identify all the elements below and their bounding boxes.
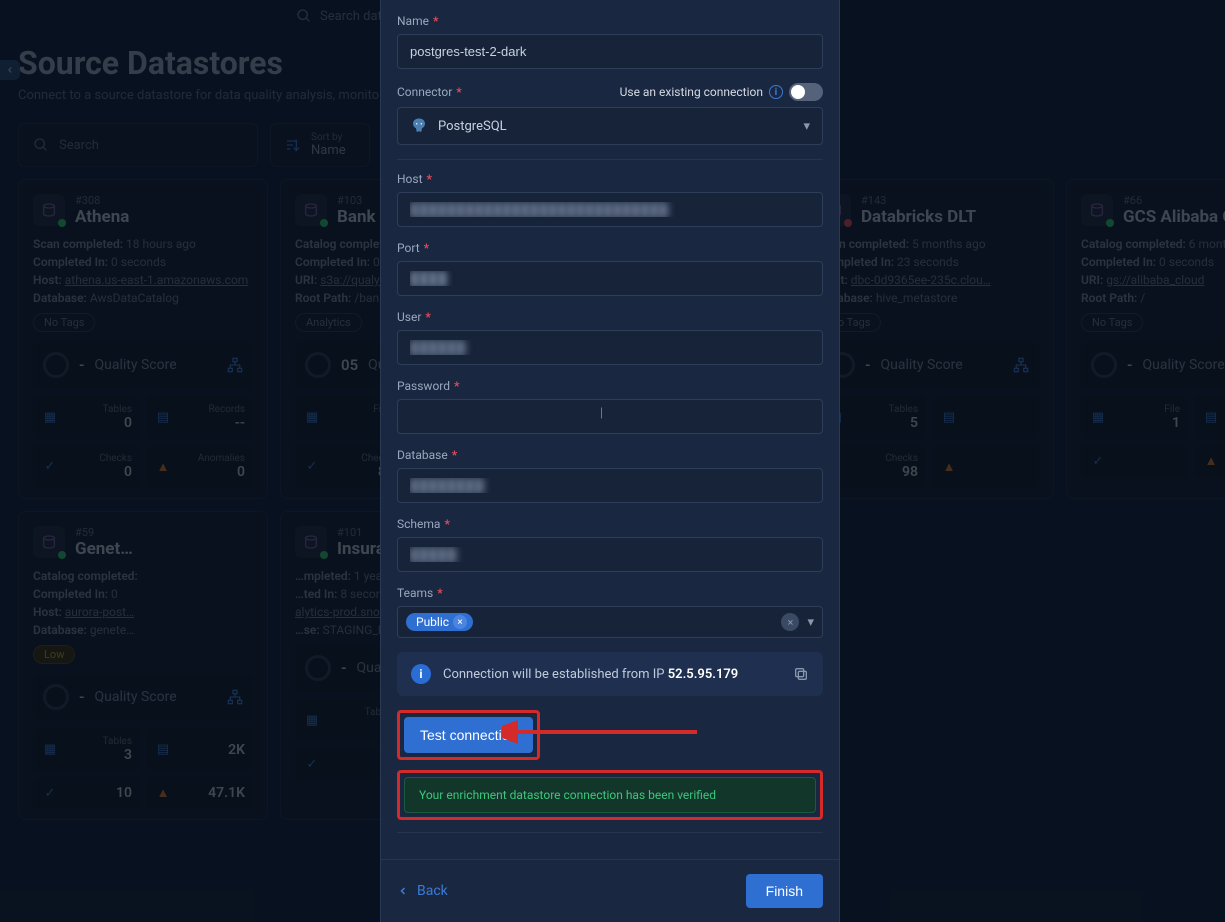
name-input[interactable]: [397, 34, 823, 69]
schema-input[interactable]: [397, 537, 823, 572]
add-datastore-modal: Name* Connector* Use an existing connect…: [380, 0, 840, 922]
connector-select[interactable]: PostgreSQL ▾: [397, 107, 823, 145]
ip-banner: i Connection will be established from IP…: [397, 652, 823, 696]
team-chip-public[interactable]: Public ×: [406, 613, 473, 631]
user-input[interactable]: [397, 330, 823, 365]
clear-teams-icon[interactable]: ×: [781, 613, 799, 631]
existing-connection-toggle[interactable]: [789, 83, 823, 101]
remove-chip-icon[interactable]: ×: [453, 615, 467, 629]
password-label: Password: [397, 379, 450, 393]
teams-select[interactable]: Public × × ▾: [397, 606, 823, 638]
chevron-down-icon: ▾: [803, 119, 810, 134]
finish-button[interactable]: Finish: [746, 874, 823, 908]
host-input[interactable]: [397, 192, 823, 227]
info-icon[interactable]: i: [769, 85, 783, 99]
database-input[interactable]: [397, 468, 823, 503]
postgresql-icon: [410, 117, 428, 135]
chevron-left-icon: [397, 885, 409, 897]
user-label: User: [397, 310, 421, 324]
name-label: Name: [397, 14, 429, 28]
host-label: Host: [397, 172, 423, 186]
teams-label: Teams: [397, 586, 433, 600]
schema-label: Schema: [397, 517, 440, 531]
chevron-down-icon: ▾: [807, 615, 814, 630]
password-input[interactable]: [397, 399, 823, 434]
existing-connection-label: Use an existing connection: [620, 85, 763, 99]
info-icon: i: [411, 664, 431, 684]
copy-icon[interactable]: [793, 666, 809, 682]
database-label: Database: [397, 448, 448, 462]
back-button[interactable]: Back: [397, 883, 448, 899]
verified-banner-highlight: Your enrichment datastore connection has…: [397, 770, 823, 820]
connector-label: Connector: [397, 85, 452, 99]
verified-banner: Your enrichment datastore connection has…: [404, 777, 816, 813]
port-input[interactable]: [397, 261, 823, 296]
annotation-arrow: [502, 720, 702, 744]
port-label: Port: [397, 241, 420, 255]
